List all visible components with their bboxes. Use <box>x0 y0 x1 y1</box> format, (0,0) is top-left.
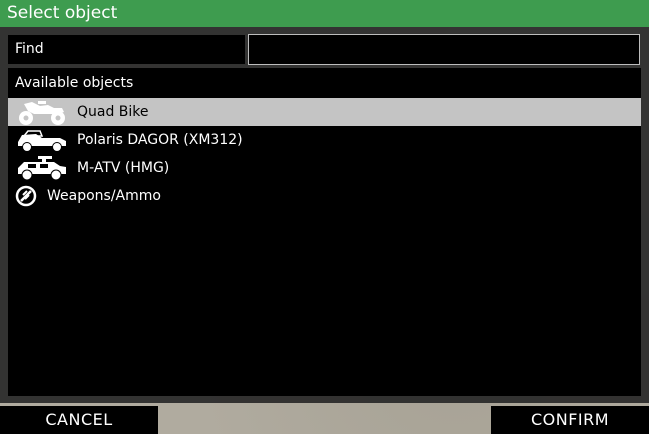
list-header: Available objects <box>15 75 134 91</box>
cancel-button[interactable]: CANCEL <box>0 406 158 434</box>
car-icon <box>13 126 71 154</box>
list-item-polaris-dagor[interactable]: Polaris DAGOR (XM312) <box>8 126 641 154</box>
weapons-ammo-icon <box>13 182 39 210</box>
confirm-button[interactable]: CONFIRM <box>491 406 649 434</box>
list-item-label: Polaris DAGOR (XM312) <box>77 132 243 148</box>
list-item-label: Quad Bike <box>77 104 149 120</box>
armored-truck-icon <box>13 154 71 182</box>
list-item-label: M-ATV (HMG) <box>77 160 170 176</box>
object-list: Available objects Quad Bike Polaris DAGO… <box>8 68 641 396</box>
quad-bike-icon <box>13 98 71 126</box>
dialog-title: Select object <box>0 0 649 27</box>
find-label: Find <box>8 35 245 64</box>
list-item-label: Weapons/Ammo <box>47 188 161 204</box>
list-item-weapons-ammo[interactable]: Weapons/Ammo <box>8 182 641 210</box>
list-item-quad-bike[interactable]: Quad Bike <box>8 98 641 126</box>
list-item-m-atv[interactable]: M-ATV (HMG) <box>8 154 641 182</box>
find-input[interactable] <box>248 34 640 65</box>
